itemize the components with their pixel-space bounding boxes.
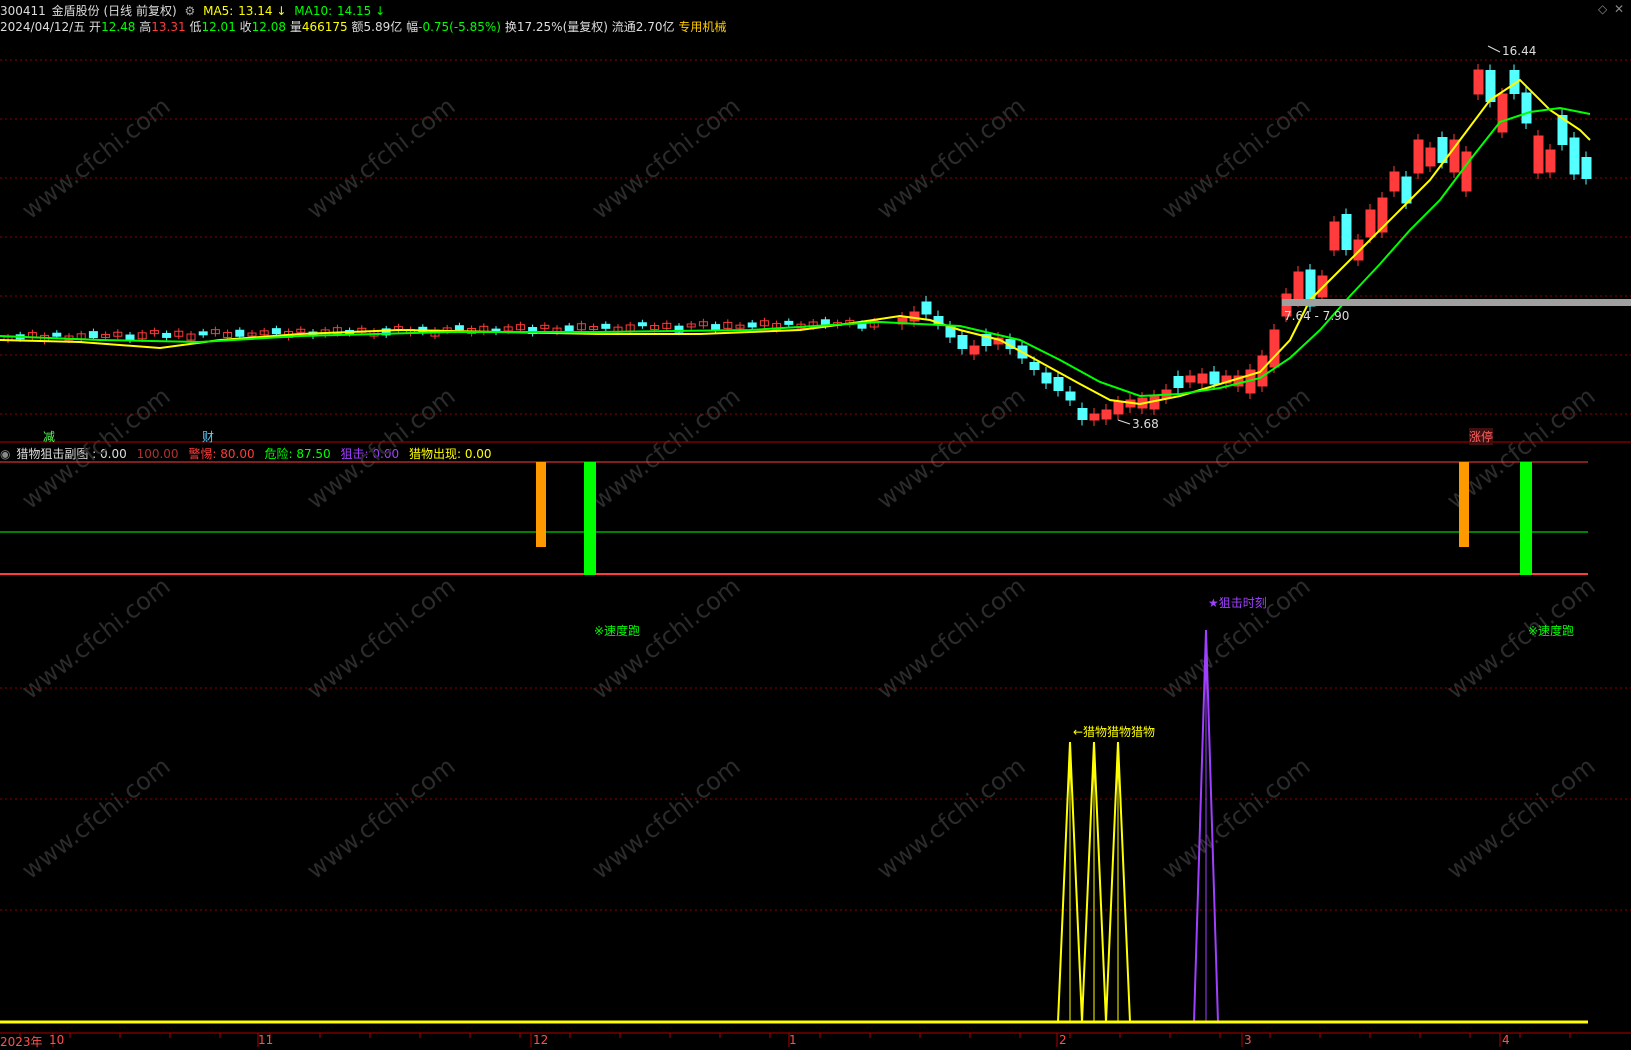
watermark: www.cfchi.com: [16, 92, 175, 225]
candle-body: [784, 320, 794, 325]
prey-label: ←猎物猎物猎物: [1073, 725, 1156, 739]
marker-limit-up[interactable]: 涨停: [1469, 428, 1494, 445]
candle-body: [1257, 355, 1268, 387]
candle-body: [1461, 151, 1472, 192]
snipe-moment-label: ★狙击时刻: [1208, 596, 1267, 610]
candle-body: [1521, 92, 1532, 124]
candle-body: [1329, 221, 1340, 251]
candle-body: [1029, 362, 1040, 370]
candle-body: [637, 322, 647, 327]
axis-label-12: 12: [533, 1033, 549, 1047]
watermark: www.cfchi.com: [16, 752, 175, 885]
watermark: www.cfchi.com: [871, 92, 1030, 225]
candle-body: [1269, 329, 1280, 368]
candle-body: [1077, 408, 1088, 420]
watermark: www.cfchi.com: [301, 382, 460, 515]
candle-body: [747, 322, 757, 328]
candle-body: [969, 345, 980, 355]
candle-body: [1365, 209, 1376, 238]
watermark: www.cfchi.com: [586, 752, 745, 885]
axis-label-1: 1: [789, 1033, 797, 1047]
range-label: 7.64 - 7.90: [1284, 309, 1350, 323]
marker-cai[interactable]: 财: [202, 428, 214, 445]
candle-body: [1197, 373, 1208, 384]
candle-body: [1113, 401, 1124, 415]
candle-body: [921, 301, 932, 315]
watermark: www.cfchi.com: [1156, 382, 1315, 515]
ma10-line: [0, 106, 1591, 398]
watermark: www.cfchi.com: [871, 752, 1030, 885]
watermark: www.cfchi.com: [301, 92, 460, 225]
axis-label-3: 3: [1244, 1033, 1252, 1047]
danger-bar: [1520, 462, 1532, 575]
candle-body: [52, 332, 62, 337]
watermark: www.cfchi.com: [16, 572, 175, 705]
candle-body: [909, 311, 920, 322]
watermark: www.cfchi.com: [586, 92, 745, 225]
candle-body: [1053, 377, 1064, 391]
watermark: www.cfchi.com: [871, 382, 1030, 515]
axis-label-11: 11: [258, 1033, 274, 1047]
danger-bar: [584, 462, 596, 575]
candle-body: [198, 331, 208, 336]
axis-label-4: 4: [1502, 1033, 1510, 1047]
watermark: www.cfchi.com: [1441, 752, 1600, 885]
candle-body: [711, 324, 721, 331]
candle-body: [88, 331, 98, 339]
watermark: www.cfchi.com: [586, 382, 745, 515]
watermark: www.cfchi.com: [1156, 92, 1315, 225]
candle-body: [1209, 371, 1220, 385]
candle-body: [957, 335, 968, 349]
high-price-label: 16.44: [1502, 44, 1537, 58]
candle-body: [162, 332, 172, 338]
candle-body: [564, 325, 574, 332]
candle-body: [454, 325, 464, 331]
candle-body: [271, 328, 281, 335]
range-bar: [1282, 299, 1631, 306]
kline-chart[interactable]: www.cfchi.com www.cfchi.com www.cfchi.com w…: [0, 0, 1631, 1047]
candle-body: [235, 329, 245, 337]
candle-body: [1533, 135, 1544, 174]
watermark: www.cfchi.com: [16, 382, 175, 515]
axis-label-10: 10: [49, 1033, 65, 1047]
candle-body: [1413, 139, 1424, 174]
candle-body: [1089, 413, 1100, 421]
candle-body: [125, 334, 135, 341]
watermark: www.cfchi.com: [301, 752, 460, 885]
low-arrow: [1117, 419, 1131, 425]
watermark: www.cfchi.com: [871, 572, 1030, 705]
axis-label-year: 2023年: [0, 1035, 43, 1049]
candle-body: [1293, 271, 1304, 302]
axis-label-2: 2: [1059, 1033, 1067, 1047]
candle-body: [1581, 157, 1592, 179]
candle-body: [1101, 409, 1112, 420]
candle-body: [1041, 372, 1052, 384]
candle-body: [1473, 69, 1484, 95]
candle-body: [1545, 149, 1556, 173]
watermark: www.cfchi.com: [1156, 752, 1315, 885]
warn-bar: [536, 462, 546, 547]
high-arrow: [1487, 45, 1501, 53]
watermark: www.cfchi.com: [1441, 572, 1600, 705]
candle-body: [1185, 375, 1196, 383]
speed-run-label-2: ※速度跑: [1528, 624, 1575, 638]
candle-body: [601, 323, 611, 329]
candle-body: [1569, 137, 1580, 175]
candle-body: [1173, 376, 1184, 388]
candle-body: [1425, 147, 1436, 167]
low-price-label: 3.68: [1132, 417, 1159, 431]
speed-run-label-1: ※速度跑: [594, 624, 641, 638]
candle-body: [1065, 391, 1076, 401]
watermark: www.cfchi.com: [1156, 572, 1315, 705]
candle-body: [1353, 239, 1364, 261]
watermark: www.cfchi.com: [301, 572, 460, 705]
marker-jian[interactable]: 减: [43, 428, 55, 445]
candle-body: [1341, 214, 1352, 250]
candle-body: [1497, 93, 1508, 133]
candle-body: [1389, 171, 1400, 192]
warn-bar: [1459, 462, 1469, 547]
